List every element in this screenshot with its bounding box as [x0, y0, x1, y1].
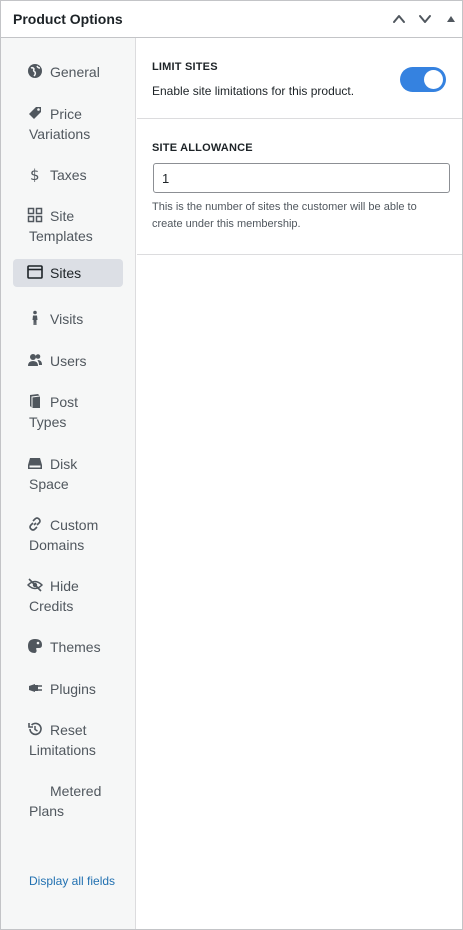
- limit-sites-description: Enable site limitations for this product…: [152, 84, 355, 98]
- price-tag-icon: [27, 105, 43, 121]
- chevron-down-icon: [419, 15, 431, 23]
- drive-icon: [27, 455, 43, 471]
- sidebar-item-taxes[interactable]: $ Taxes: [13, 161, 123, 189]
- limit-sites-label: LIMIT SITES: [152, 61, 218, 73]
- sidebar-item-label: General: [50, 64, 100, 80]
- palette-icon: [27, 638, 43, 654]
- sidebar-item-reset-limitations[interactable]: Reset Limitations: [13, 716, 123, 764]
- svg-text:$: $: [30, 166, 40, 182]
- sidebar-item-metered-plans[interactable]: Metered Plans: [13, 777, 123, 825]
- sidebar-item-visits[interactable]: Visits: [13, 305, 123, 333]
- sidebar-item-label: Sites: [50, 265, 82, 281]
- eye-slash-icon: [26, 577, 44, 593]
- sidebar-item-label: Themes: [50, 639, 101, 655]
- dollar-icon: $: [27, 166, 43, 184]
- limit-sites-toggle[interactable]: [400, 67, 446, 92]
- sidebar-item-hide-credits[interactable]: Hide Credits: [13, 572, 123, 620]
- options-sidebar: General Price Variations $ Taxes Site Tem…: [1, 38, 136, 929]
- grid-icon: [27, 207, 43, 223]
- site-allowance-row: SITE ALLOWANCE This is the number of sit…: [137, 119, 462, 255]
- link-icon: [27, 516, 43, 532]
- site-allowance-help: This is the number of sites the customer…: [152, 201, 417, 230]
- sidebar-item-label: Visits: [50, 311, 84, 327]
- product-options-panel: Product Options General Price Variations…: [0, 0, 463, 930]
- sidebar-item-site-templates[interactable]: Site Templates: [13, 202, 123, 250]
- walking-person-icon: [27, 310, 43, 326]
- sidebar-item-themes[interactable]: Themes: [13, 633, 123, 661]
- site-allowance-label: SITE ALLOWANCE: [152, 142, 253, 154]
- browser-window-icon: [27, 264, 43, 280]
- move-up-button[interactable]: [389, 9, 409, 29]
- metered-plans-icon: [27, 782, 43, 798]
- sidebar-item-sites[interactable]: Sites: [13, 259, 123, 287]
- sidebar-item-users[interactable]: Users: [13, 347, 123, 375]
- triangle-up-icon: [447, 16, 455, 22]
- users-icon: [27, 352, 43, 368]
- sidebar-item-post-types[interactable]: Post Types: [13, 388, 123, 436]
- toggle-knob: [424, 70, 443, 89]
- site-allowance-input[interactable]: [153, 163, 450, 193]
- panel-title: Product Options: [13, 11, 123, 27]
- collapse-toggle-button[interactable]: [441, 9, 461, 29]
- sidebar-item-disk-space[interactable]: Disk Space: [13, 450, 123, 498]
- move-down-button[interactable]: [415, 9, 435, 29]
- panel-header: Product Options: [1, 1, 462, 38]
- sidebar-item-label: Taxes: [50, 167, 87, 183]
- sidebar-item-price-variations[interactable]: Price Variations: [13, 100, 123, 148]
- display-all-fields-link[interactable]: Display all fields: [29, 873, 119, 889]
- sidebar-item-label: Users: [50, 353, 87, 369]
- globe-icon: [27, 63, 43, 79]
- sidebar-item-label: Plugins: [50, 681, 96, 697]
- options-content: LIMIT SITES Enable site limitations for …: [137, 38, 462, 255]
- sidebar-item-general[interactable]: General: [13, 58, 123, 86]
- sidebar-item-plugins[interactable]: Plugins: [13, 675, 123, 703]
- plug-icon: [27, 680, 43, 696]
- limit-sites-row: LIMIT SITES Enable site limitations for …: [137, 38, 462, 119]
- book-icon: [27, 393, 43, 409]
- history-icon: [27, 721, 43, 737]
- chevron-up-icon: [393, 15, 405, 23]
- sidebar-item-custom-domains[interactable]: Custom Domains: [13, 511, 123, 559]
